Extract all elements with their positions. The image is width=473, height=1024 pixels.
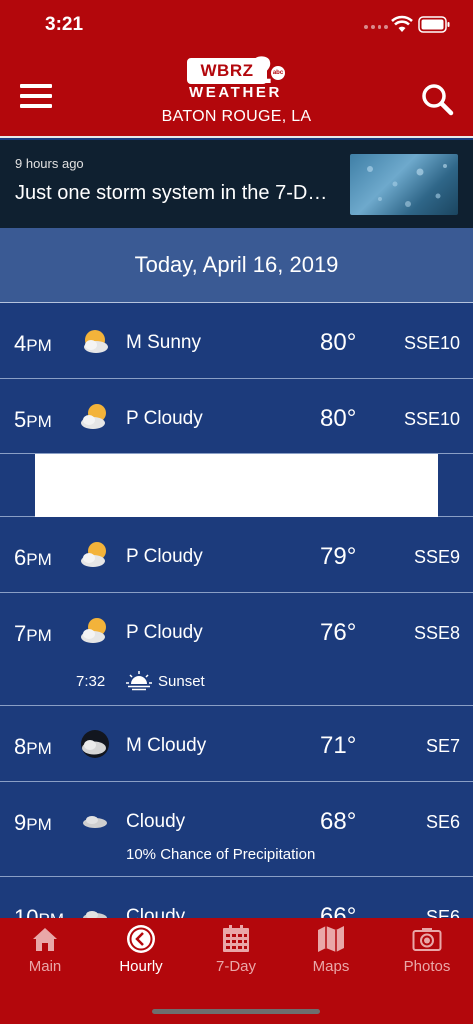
news-banner[interactable]: 9 hours ago Just one storm system in the… [0, 140, 473, 228]
hour-wind: SSE8 [413, 623, 460, 643]
mostly-cloudy-night-icon [81, 730, 109, 758]
wifi-icon [391, 15, 413, 32]
sunset-time: 7:32 [76, 673, 106, 690]
hour-time: 9PM [14, 810, 52, 835]
location-label: BATON ROUGE, LA [161, 108, 312, 125]
hour-wind: SE6 [425, 812, 460, 832]
hour-row[interactable]: 8PM M Cloudy 71° SE7 [0, 706, 473, 782]
hour-time: 8PM [14, 734, 52, 759]
hour-wind: SSE10 [403, 333, 460, 353]
station-logo: WBRZ 2 abc WEATHER [187, 50, 285, 101]
hour-condition: Cloudy [126, 811, 186, 832]
hour-temp: 80° [320, 405, 357, 432]
search-icon[interactable] [420, 82, 454, 116]
hour-condition: M Cloudy [126, 735, 207, 756]
hour-time: 4PM [14, 331, 52, 356]
status-time: 3:21 [45, 14, 84, 35]
partly-cloudy-icon [81, 542, 106, 567]
tab-photos[interactable]: Photos [380, 918, 473, 988]
hour-wind: SSE10 [403, 409, 460, 429]
hour-row[interactable]: 5PM P Cloudy 80° SSE10 [0, 379, 473, 454]
tab-bar: Main Hourly 7-Day Maps Photos [0, 918, 473, 1024]
hour-wind: SE7 [425, 736, 460, 756]
battery-icon [418, 16, 450, 33]
calendar-icon [223, 925, 249, 952]
hour-wind: SSE9 [413, 547, 460, 567]
tab-hourly[interactable]: Hourly [94, 918, 188, 988]
hour-temp: 80° [320, 329, 357, 356]
hour-temp: 79° [320, 543, 357, 570]
news-title: Just one storm system in the 7-D… [15, 182, 328, 204]
map-icon [318, 926, 344, 952]
home-indicator [152, 1009, 320, 1014]
tab-main[interactable]: Main [0, 918, 92, 988]
menu-button[interactable] [20, 84, 52, 108]
hour-time: 5PM [14, 407, 52, 432]
hour-row[interactable]: 6PM P Cloudy 79° SSE9 [0, 517, 473, 593]
hour-row[interactable]: 9PM Cloudy 68° SE6 10% Chance of Precipi… [0, 782, 473, 877]
tab-7-day[interactable]: 7-Day [189, 918, 283, 988]
app-header: 3:21 WBRZ 2 abc WEATHER BATON ROUGE, LA [0, 0, 473, 138]
hour-condition: P Cloudy [126, 408, 203, 429]
home-icon [33, 928, 57, 951]
sunset-label: Sunset [158, 673, 205, 690]
date-header: Today, April 16, 2019 [0, 228, 473, 303]
cloudy-icon [83, 816, 107, 828]
cellular-signal-icon [364, 25, 388, 31]
hour-time: 6PM [14, 545, 52, 570]
news-thumbnail [350, 154, 458, 215]
clock-icon [127, 925, 155, 953]
hour-row[interactable]: 7PM P Cloudy 76° SSE8 7:32 Sunset [0, 593, 473, 706]
hour-condition: P Cloudy [126, 622, 203, 643]
hour-condition: P Cloudy [126, 546, 203, 567]
tab-maps[interactable]: Maps [284, 918, 378, 988]
mostly-sunny-icon [84, 330, 108, 353]
hour-row[interactable]: 4PM M Sunny 80° SSE10 [0, 303, 473, 379]
hour-temp: 68° [320, 808, 357, 835]
partly-cloudy-icon [81, 404, 106, 429]
partly-cloudy-icon [81, 618, 106, 643]
hour-time: 7PM [14, 621, 52, 646]
hour-temp: 76° [320, 619, 357, 646]
ad-row [0, 454, 473, 517]
sunset-icon [126, 671, 152, 691]
camera-icon [412, 928, 442, 951]
hour-temp: 71° [320, 732, 357, 759]
ad-banner[interactable] [35, 454, 438, 517]
news-age: 9 hours ago [15, 156, 84, 171]
precip-chance: 10% Chance of Precipitation [126, 846, 316, 863]
hour-condition: M Sunny [126, 332, 201, 353]
